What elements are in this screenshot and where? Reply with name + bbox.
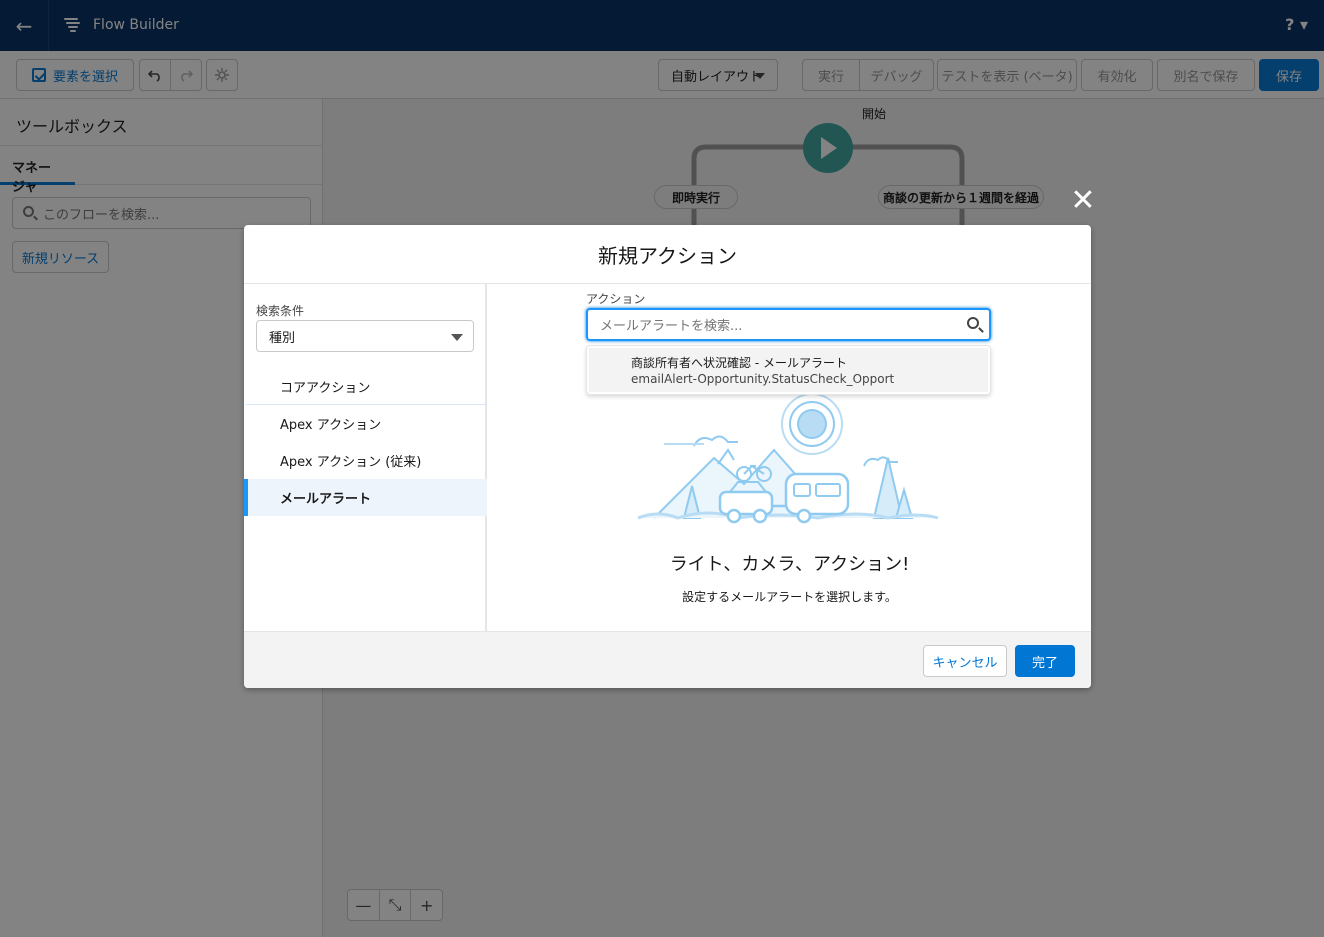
category-apex-actions[interactable]: Apex アクション — [244, 405, 487, 442]
chevron-down-icon — [451, 334, 463, 341]
action-result-option[interactable]: 商談所有者へ状況確認 - メールアラート emailAlert-Opportun… — [589, 348, 988, 392]
new-action-modal: 新規アクション 検索条件 種別 コアアクション Apex アクション Apex … — [244, 225, 1091, 688]
done-button[interactable]: 完了 — [1015, 645, 1075, 677]
action-results-dropdown: 商談所有者へ状況確認 - メールアラート emailAlert-Opportun… — [586, 345, 991, 395]
cancel-button[interactable]: キャンセル — [923, 645, 1007, 677]
search-icon — [967, 317, 979, 329]
filter-select-value: 種別 — [269, 330, 296, 346]
filter-select[interactable]: 種別 — [256, 320, 474, 352]
modal-body: 検索条件 種別 コアアクション Apex アクション Apex アクション (従… — [244, 284, 1091, 631]
category-apex-legacy[interactable]: Apex アクション (従来) — [244, 442, 487, 479]
result-api-name: emailAlert-Opportunity.StatusCheck_Oppor… — [631, 372, 895, 386]
category-email-alerts[interactable]: メールアラート — [244, 479, 487, 516]
filter-pane: 検索条件 種別 コアアクション Apex アクション Apex アクション (従… — [244, 284, 487, 631]
action-search-input[interactable]: メールアラートを検索... — [586, 308, 991, 341]
empty-state-title: ライト、カメラ、アクション! — [669, 554, 910, 575]
empty-state-illustration — [637, 394, 939, 524]
filter-label: 検索条件 — [256, 304, 305, 318]
modal-title: 新規アクション — [598, 243, 737, 268]
action-pane: アクション メールアラートを検索... 商談所有者へ状況確認 - メールアラート… — [488, 284, 1091, 631]
close-icon[interactable]: ✕ — [1068, 186, 1098, 216]
modal-header: 新規アクション — [244, 225, 1091, 284]
action-label: アクション — [586, 292, 646, 306]
modal-footer: キャンセル 完了 — [244, 631, 1091, 688]
action-search-placeholder: メールアラートを検索... — [600, 319, 743, 334]
empty-state-subtitle: 設定するメールアラートを選択します。 — [682, 590, 897, 604]
action-category-list: コアアクション Apex アクション Apex アクション (従来) メールアラ… — [244, 368, 487, 516]
category-core-actions[interactable]: コアアクション — [244, 368, 487, 405]
result-label: 商談所有者へ状況確認 - メールアラート — [631, 356, 847, 370]
